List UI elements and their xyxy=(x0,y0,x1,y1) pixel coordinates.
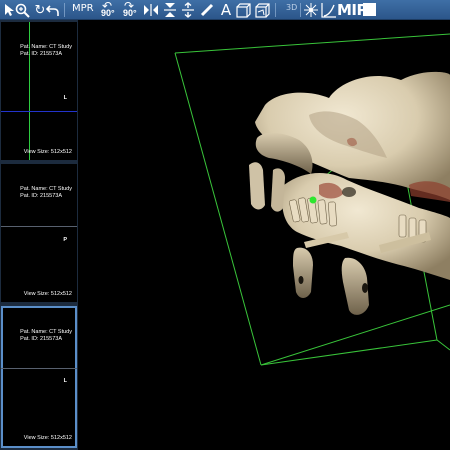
divider xyxy=(1,368,77,369)
toolbar-separator xyxy=(300,3,301,17)
orientation-label: P xyxy=(63,237,67,243)
volume-icon[interactable] xyxy=(235,2,251,18)
flip-icon[interactable] xyxy=(180,2,196,18)
rotate-cw-label: 90° xyxy=(123,8,137,18)
volume-render-canvas[interactable] xyxy=(79,20,450,450)
toolbar-separator xyxy=(275,3,276,17)
box-icon[interactable] xyxy=(363,3,376,16)
skull-volume xyxy=(249,71,450,315)
crosshair-horizontal[interactable] xyxy=(1,111,77,112)
volume-render-icon[interactable] xyxy=(254,2,270,18)
light-icon[interactable] xyxy=(303,2,319,18)
toolbar: ↻ MPR ↶ 90° ↷ 90° A 3D MIP xyxy=(0,0,450,20)
crosshair-vertical[interactable] xyxy=(29,22,30,160)
rotate-ccw-button[interactable]: ↶ 90° xyxy=(99,0,121,20)
viewport-1[interactable]: Pat. Name: CT Study Pat. ID: 215573A L V… xyxy=(1,22,77,160)
mpr-button[interactable]: MPR xyxy=(72,3,94,14)
measure-icon[interactable] xyxy=(199,2,215,18)
patient-info: Pat. Name: CT Study Pat. ID: 215573A xyxy=(20,44,72,58)
view-size: View Size: 512x512 xyxy=(23,435,72,441)
patient-id: Pat. ID: 215573A xyxy=(20,51,63,57)
bounding-box-front xyxy=(260,339,450,366)
text-annotation-icon[interactable]: A xyxy=(218,2,234,18)
viewport-2[interactable]: Pat. Name: CT Study Pat. ID: 215573A P V… xyxy=(1,164,77,302)
rotate-ccw-label: 90° xyxy=(101,8,115,18)
patient-id: Pat. ID: 215573A xyxy=(20,336,63,342)
orientation-label: L xyxy=(63,95,67,101)
viewport-3[interactable]: Pat. Name: CT Study Pat. ID: 215573A L V… xyxy=(1,306,77,448)
patient-name: Pat. Name: CT Study xyxy=(20,44,72,50)
patient-info: Pat. Name: CT Study Pat. ID: 215573A xyxy=(20,329,72,343)
patient-id: Pat. ID: 215573A xyxy=(20,193,63,199)
rotate-cw-button[interactable]: ↷ 90° xyxy=(121,0,143,20)
flip-horizontal-icon[interactable] xyxy=(143,2,159,18)
divider xyxy=(1,226,77,227)
three-d-label: 3D xyxy=(286,3,298,12)
curve-icon[interactable] xyxy=(321,2,337,18)
view-size: View Size: 512x512 xyxy=(23,149,72,155)
undo-icon[interactable] xyxy=(45,2,61,18)
flip-vertical-icon[interactable] xyxy=(162,2,178,18)
orientation-label: L xyxy=(63,378,67,384)
patient-info: Pat. Name: CT Study Pat. ID: 215573A xyxy=(20,186,72,200)
toolbar-separator xyxy=(64,3,65,17)
patient-name: Pat. Name: CT Study xyxy=(20,329,72,335)
viewport-panel: Pat. Name: CT Study Pat. ID: 215573A L V… xyxy=(0,20,78,450)
view-size: View Size: 512x512 xyxy=(23,291,72,297)
volume-render-view[interactable] xyxy=(79,20,450,450)
patient-name: Pat. Name: CT Study xyxy=(20,186,72,192)
zoom-icon[interactable] xyxy=(14,2,30,18)
